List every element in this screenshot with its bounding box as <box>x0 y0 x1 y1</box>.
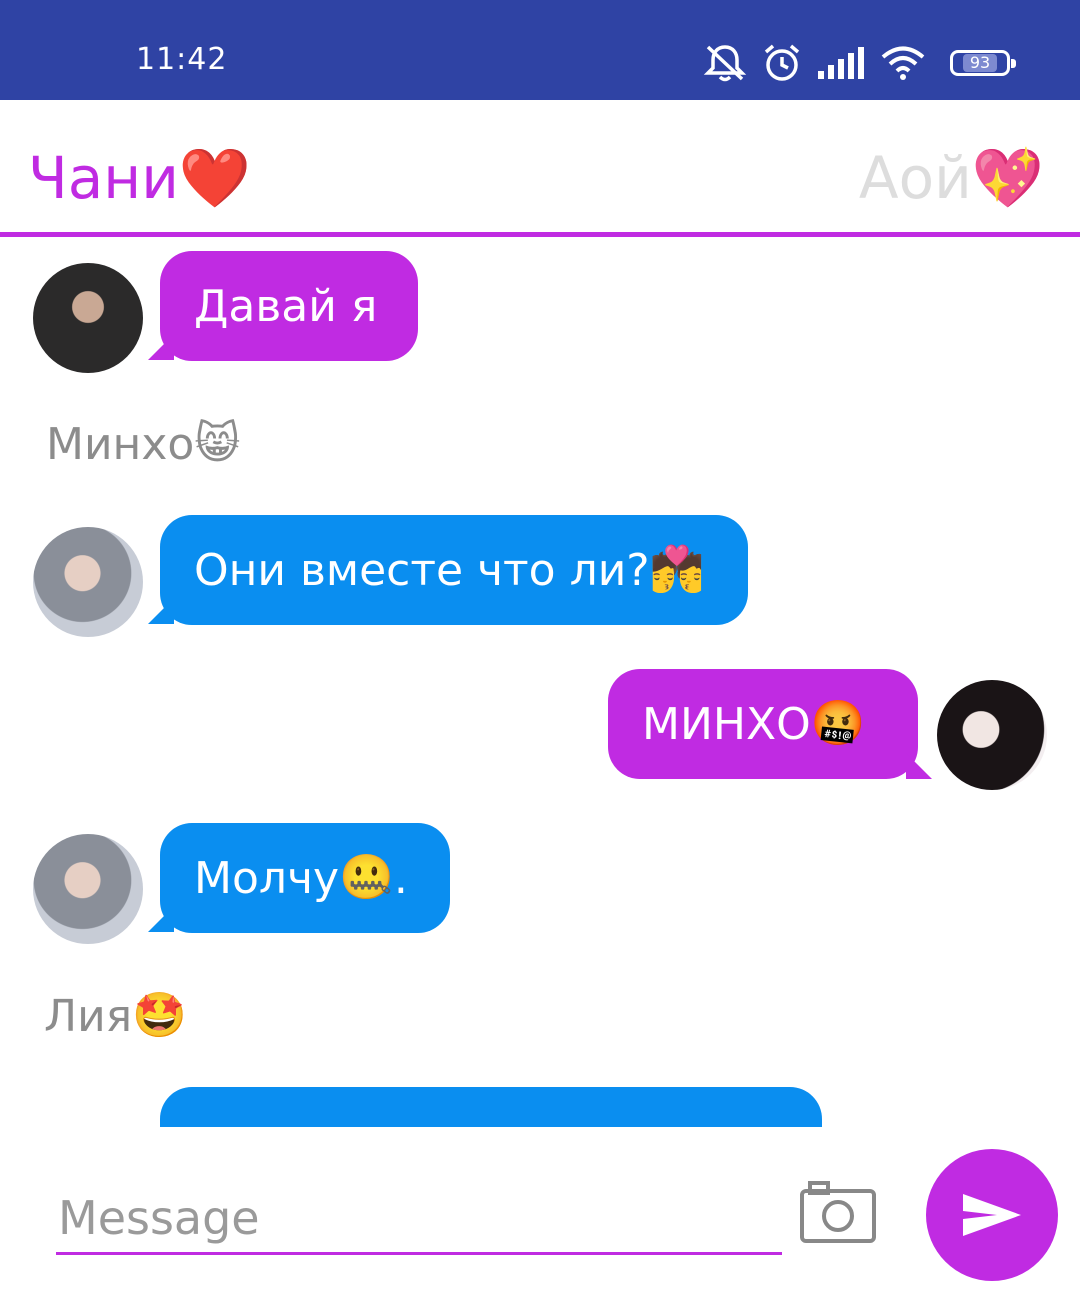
red-heart-icon: ❤️ <box>178 144 252 212</box>
message-bubble[interactable]: Давай я <box>160 251 418 361</box>
star-struck-emoji: 🤩 <box>132 990 187 1041</box>
kiss-emoji: 💏 <box>649 544 705 595</box>
message-bubble[interactable]: Они вместе что ли? 💏 <box>160 515 748 625</box>
avatar[interactable] <box>33 527 143 637</box>
battery-icon: 93 <box>950 50 1016 76</box>
avatar[interactable] <box>937 680 1047 790</box>
sender-name: Минхо 😸 <box>46 413 240 475</box>
send-icon <box>963 1194 1021 1236</box>
message-text: Молчу <box>194 852 340 904</box>
cursing-face-emoji: 🤬 <box>810 698 866 749</box>
message-bubble-partial[interactable] <box>160 1087 822 1127</box>
alarm-icon <box>764 44 800 81</box>
chat-screen: 11:42 93 Чани ❤️ Аой 💖 Давай я Минхо 😸 О… <box>0 0 1080 1296</box>
message-suffix: . <box>393 852 408 904</box>
mute-bell-icon <box>703 45 747 82</box>
message-composer <box>0 1127 1080 1296</box>
sender-name: Лия 🤩 <box>44 985 187 1047</box>
wifi-icon <box>881 46 925 80</box>
tab-aoi[interactable]: Аой 💖 <box>859 140 1044 216</box>
chat-header: Чани ❤️ Аой 💖 <box>0 100 1080 237</box>
message-text: Они вместе что ли? <box>194 544 650 596</box>
bubble-tail <box>906 753 932 779</box>
battery-level: 93 <box>962 54 998 72</box>
message-text: МИНХО <box>642 698 811 750</box>
avatar[interactable] <box>33 834 143 944</box>
status-time: 11:42 <box>136 42 228 77</box>
tab-chani[interactable]: Чани ❤️ <box>28 140 251 216</box>
message-bubble[interactable]: Молчу 🤐 . <box>160 823 450 933</box>
message-list[interactable]: Давай я Минхо 😸 Они вместе что ли? 💏 МИН… <box>0 237 1080 1127</box>
signal-icon <box>818 47 864 79</box>
sender-name-text: Лия <box>44 990 133 1042</box>
camera-icon[interactable] <box>798 1179 878 1245</box>
status-bar: 11:42 93 <box>0 0 1080 100</box>
message-text: Давай я <box>194 280 378 332</box>
message-input[interactable] <box>56 1183 782 1255</box>
status-icons: 93 <box>702 40 1016 86</box>
zipper-mouth-emoji: 🤐 <box>339 852 394 903</box>
tab-aoi-label: Аой <box>858 144 972 212</box>
send-button[interactable] <box>926 1149 1058 1281</box>
message-bubble[interactable]: МИНХО 🤬 <box>608 669 918 779</box>
avatar[interactable] <box>33 263 143 373</box>
sender-name-text: Минхо <box>46 418 195 470</box>
grinning-cat-emoji: 😸 <box>194 418 241 469</box>
tab-chani-label: Чани <box>28 144 179 212</box>
sparkling-heart-icon: 💖 <box>971 144 1044 212</box>
